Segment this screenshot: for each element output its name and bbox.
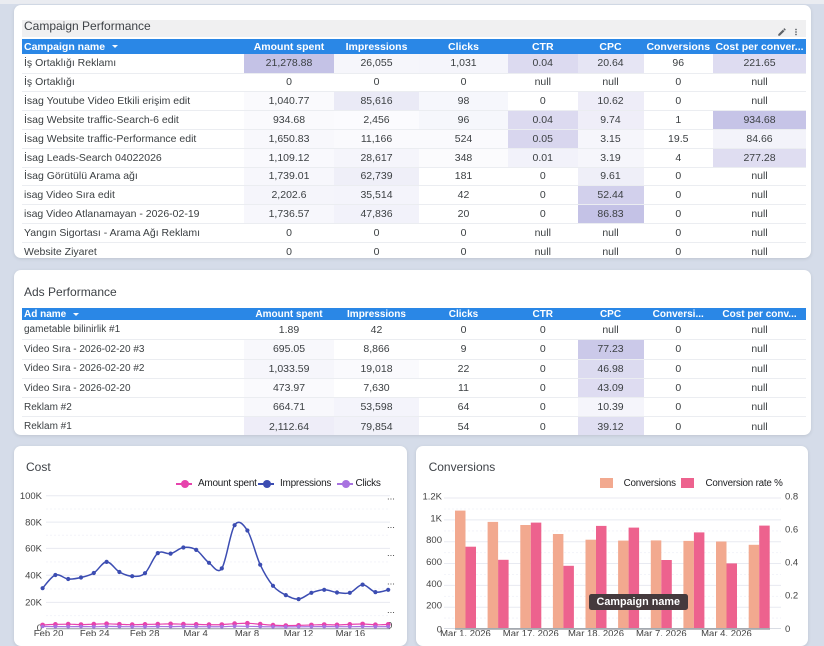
- svg-text:0.8: 0.8: [785, 492, 798, 503]
- svg-text:0.4: 0.4: [785, 558, 798, 569]
- svg-text:Mar 16: Mar 16: [336, 629, 366, 636]
- svg-text:600: 600: [426, 557, 442, 568]
- svg-text:Feb 28: Feb 28: [130, 629, 160, 636]
- svg-text:1K: 1K: [430, 513, 442, 524]
- svg-text:Feb 24: Feb 24: [80, 629, 110, 636]
- svg-text:Mar 7, 2026: Mar 7, 2026: [636, 629, 687, 636]
- svg-text:0.6: 0.6: [785, 525, 798, 536]
- svg-text:Feb 20: Feb 20: [34, 629, 64, 636]
- svg-text:200: 200: [426, 601, 442, 612]
- svg-text:...: ...: [387, 548, 395, 559]
- svg-text:20K: 20K: [25, 598, 43, 609]
- svg-text:Mar 4, 2026: Mar 4, 2026: [701, 629, 752, 636]
- svg-text:0.2: 0.2: [785, 591, 798, 602]
- svg-text:Mar 12: Mar 12: [284, 629, 314, 636]
- svg-text:...: ...: [387, 605, 395, 616]
- svg-text:100K: 100K: [20, 491, 43, 502]
- svg-text:Mar 17, 2026: Mar 17, 2026: [503, 629, 559, 636]
- svg-text:Mar 8: Mar 8: [235, 629, 259, 636]
- svg-text:60K: 60K: [25, 544, 43, 555]
- svg-text:...: ...: [387, 520, 395, 531]
- svg-text:0: 0: [785, 624, 790, 635]
- svg-text:...: ...: [387, 492, 395, 503]
- svg-text:Mar 4: Mar 4: [183, 629, 207, 636]
- svg-text:Mar 18, 2026: Mar 18, 2026: [568, 629, 624, 636]
- svg-text:40K: 40K: [25, 571, 43, 582]
- svg-text:400: 400: [426, 579, 442, 590]
- svg-text:...: ...: [387, 577, 395, 588]
- svg-text:1.2K: 1.2K: [422, 492, 442, 503]
- svg-text:80K: 80K: [25, 517, 43, 528]
- svg-text:800: 800: [426, 535, 442, 546]
- svg-text:Mar 1, 2026: Mar 1, 2026: [440, 629, 491, 636]
